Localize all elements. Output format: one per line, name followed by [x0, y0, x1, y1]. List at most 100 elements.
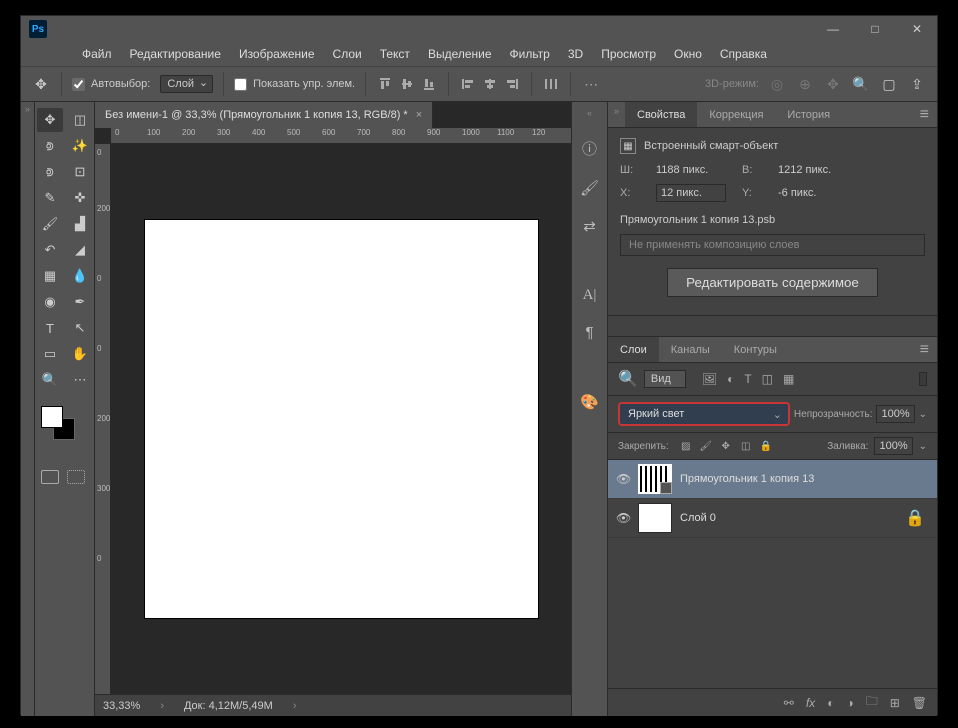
layer-comp-select[interactable]: Не применять композицию слоев	[620, 234, 925, 256]
quickmask-icon[interactable]	[41, 470, 59, 484]
blend-mode-select[interactable]: Яркий свет	[618, 402, 790, 426]
menu-text[interactable]: Текст	[371, 43, 419, 65]
more-options-icon[interactable]: ⋯	[581, 76, 601, 93]
blur-tool[interactable]: 💧	[67, 264, 93, 288]
text-tool[interactable]: T	[37, 316, 63, 340]
stamp-tool[interactable]: ▟	[67, 212, 93, 236]
menu-select[interactable]: Выделение	[419, 43, 501, 65]
chevron-icon[interactable]: »	[608, 102, 625, 127]
color-icon[interactable]: 🎨	[580, 393, 599, 411]
lasso-tool[interactable]: ⟄	[37, 134, 63, 158]
canvas[interactable]	[145, 220, 538, 618]
x-value[interactable]: 12 пикс.	[656, 184, 726, 202]
brush-settings-icon[interactable]: 🖌	[580, 179, 599, 197]
visibility-icon[interactable]: 👁	[616, 511, 630, 525]
menu-edit[interactable]: Редактирование	[121, 43, 230, 65]
lock-position-icon[interactable]: ✥	[719, 441, 733, 452]
chevron-icon[interactable]: ›	[293, 700, 297, 712]
autoselect-input[interactable]	[72, 78, 85, 91]
hand-tool[interactable]: ✋	[67, 342, 93, 366]
width-value[interactable]: 1188 пикс.	[656, 164, 726, 176]
chevron-icon[interactable]: «	[587, 108, 592, 118]
share-icon[interactable]: ⇪	[907, 76, 927, 93]
lock-artboard-icon[interactable]: ◫	[739, 441, 753, 452]
tab-history[interactable]: История	[775, 102, 842, 127]
layer-name[interactable]: Прямоугольник 1 копия 13	[680, 473, 929, 485]
close-button[interactable]: ✕	[905, 21, 929, 37]
canvas-viewport[interactable]	[111, 144, 571, 694]
screenmode-icon[interactable]	[67, 470, 85, 484]
gradient-tool[interactable]: ▦	[37, 264, 63, 288]
filter-adjustment-icon[interactable]: ◐	[727, 372, 734, 386]
visibility-icon[interactable]: 👁	[616, 472, 630, 486]
filter-toggle[interactable]	[919, 372, 927, 386]
menu-image[interactable]: Изображение	[230, 43, 324, 65]
chevron-icon[interactable]: ›	[160, 700, 164, 712]
show-controls-input[interactable]	[234, 78, 247, 91]
new-layer-icon[interactable]: ⊞	[890, 696, 900, 710]
info-icon[interactable]: ⓘ	[582, 138, 597, 159]
tab-channels[interactable]: Каналы	[659, 337, 722, 362]
3d-orbit-icon[interactable]: ◎	[767, 76, 787, 93]
align-bottom-icon[interactable]	[420, 75, 438, 93]
align-right-icon[interactable]	[503, 75, 521, 93]
panel-menu-icon[interactable]: ≡	[912, 337, 937, 362]
3d-slide-icon[interactable]: ✥	[823, 76, 843, 93]
filter-text-icon[interactable]: T	[744, 372, 751, 386]
zoom-level[interactable]: 33,33%	[103, 700, 140, 712]
distribute-h-icon[interactable]	[542, 75, 560, 93]
filter-image-icon[interactable]: 🖼	[702, 372, 717, 386]
y-value[interactable]: -6 пикс.	[778, 187, 848, 199]
minimize-button[interactable]: —	[821, 21, 845, 37]
search-icon[interactable]: 🔍	[851, 76, 871, 93]
menu-layers[interactable]: Слои	[324, 43, 371, 65]
show-controls-checkbox[interactable]: Показать упр. элем.	[234, 78, 355, 91]
color-swatches[interactable]	[39, 404, 90, 444]
edit-contents-button[interactable]: Редактировать содержимое	[667, 268, 878, 297]
autoselect-target-select[interactable]: Слой	[160, 75, 213, 93]
adjustment-layer-icon[interactable]: ◑	[846, 696, 853, 710]
filter-shape-icon[interactable]: ◫	[762, 372, 773, 386]
foreground-color[interactable]	[41, 406, 63, 428]
filter-smart-icon[interactable]: ▦	[783, 372, 794, 386]
menu-help[interactable]: Справка	[711, 43, 776, 65]
marquee-tool[interactable]: ◫	[67, 108, 93, 132]
autoselect-checkbox[interactable]: Автовыбор:	[72, 78, 150, 91]
character-icon[interactable]: A|	[583, 287, 597, 304]
shape-tool[interactable]: ▭	[37, 342, 63, 366]
move-tool[interactable]: ✥	[37, 108, 63, 132]
lock-all-icon[interactable]: 🔒	[759, 441, 773, 452]
layer-thumbnail[interactable]	[638, 503, 672, 533]
tab-layers[interactable]: Слои	[608, 337, 659, 362]
menu-file[interactable]: Файл	[73, 43, 121, 65]
layer-item[interactable]: 👁 Слой 0 🔒	[608, 499, 937, 538]
pen-tool[interactable]: ✒	[67, 290, 93, 314]
panel-menu-icon[interactable]: ≡	[912, 102, 937, 127]
left-collapse-strip[interactable]: »	[21, 102, 35, 716]
close-tab-icon[interactable]: ×	[416, 109, 422, 121]
delete-layer-icon[interactable]: 🗑	[912, 696, 927, 710]
height-value[interactable]: 1212 пикс.	[778, 164, 848, 176]
align-left-icon[interactable]	[459, 75, 477, 93]
panel-separator[interactable]	[608, 315, 937, 337]
layer-filter-select[interactable]: Вид	[644, 370, 686, 388]
brush-tool[interactable]: 🖌	[37, 212, 63, 236]
crop-tool[interactable]: ⟄	[37, 160, 63, 184]
tab-properties[interactable]: Свойства	[625, 102, 697, 127]
edit-toolbar[interactable]: ⋯	[67, 368, 93, 392]
tab-paths[interactable]: Контуры	[722, 337, 789, 362]
menu-view[interactable]: Просмотр	[592, 43, 665, 65]
layer-mask-icon[interactable]: ◐	[827, 696, 834, 710]
layer-fx-icon[interactable]: fx	[806, 696, 815, 710]
fill-value[interactable]: 100%	[874, 437, 912, 455]
tab-correction[interactable]: Коррекция	[697, 102, 775, 127]
adjustments-icon[interactable]: ⇄	[583, 217, 596, 235]
eyedropper-tool[interactable]: ✎	[37, 186, 63, 210]
lock-transparency-icon[interactable]: ▨	[679, 441, 693, 452]
document-tab[interactable]: Без имени-1 @ 33,3% (Прямоугольник 1 коп…	[95, 102, 433, 128]
lock-icon[interactable]: 🔒	[905, 508, 925, 528]
align-top-icon[interactable]	[376, 75, 394, 93]
menu-window[interactable]: Окно	[665, 43, 711, 65]
align-hcenter-icon[interactable]	[481, 75, 499, 93]
workspace-icon[interactable]: ▢	[879, 76, 899, 93]
